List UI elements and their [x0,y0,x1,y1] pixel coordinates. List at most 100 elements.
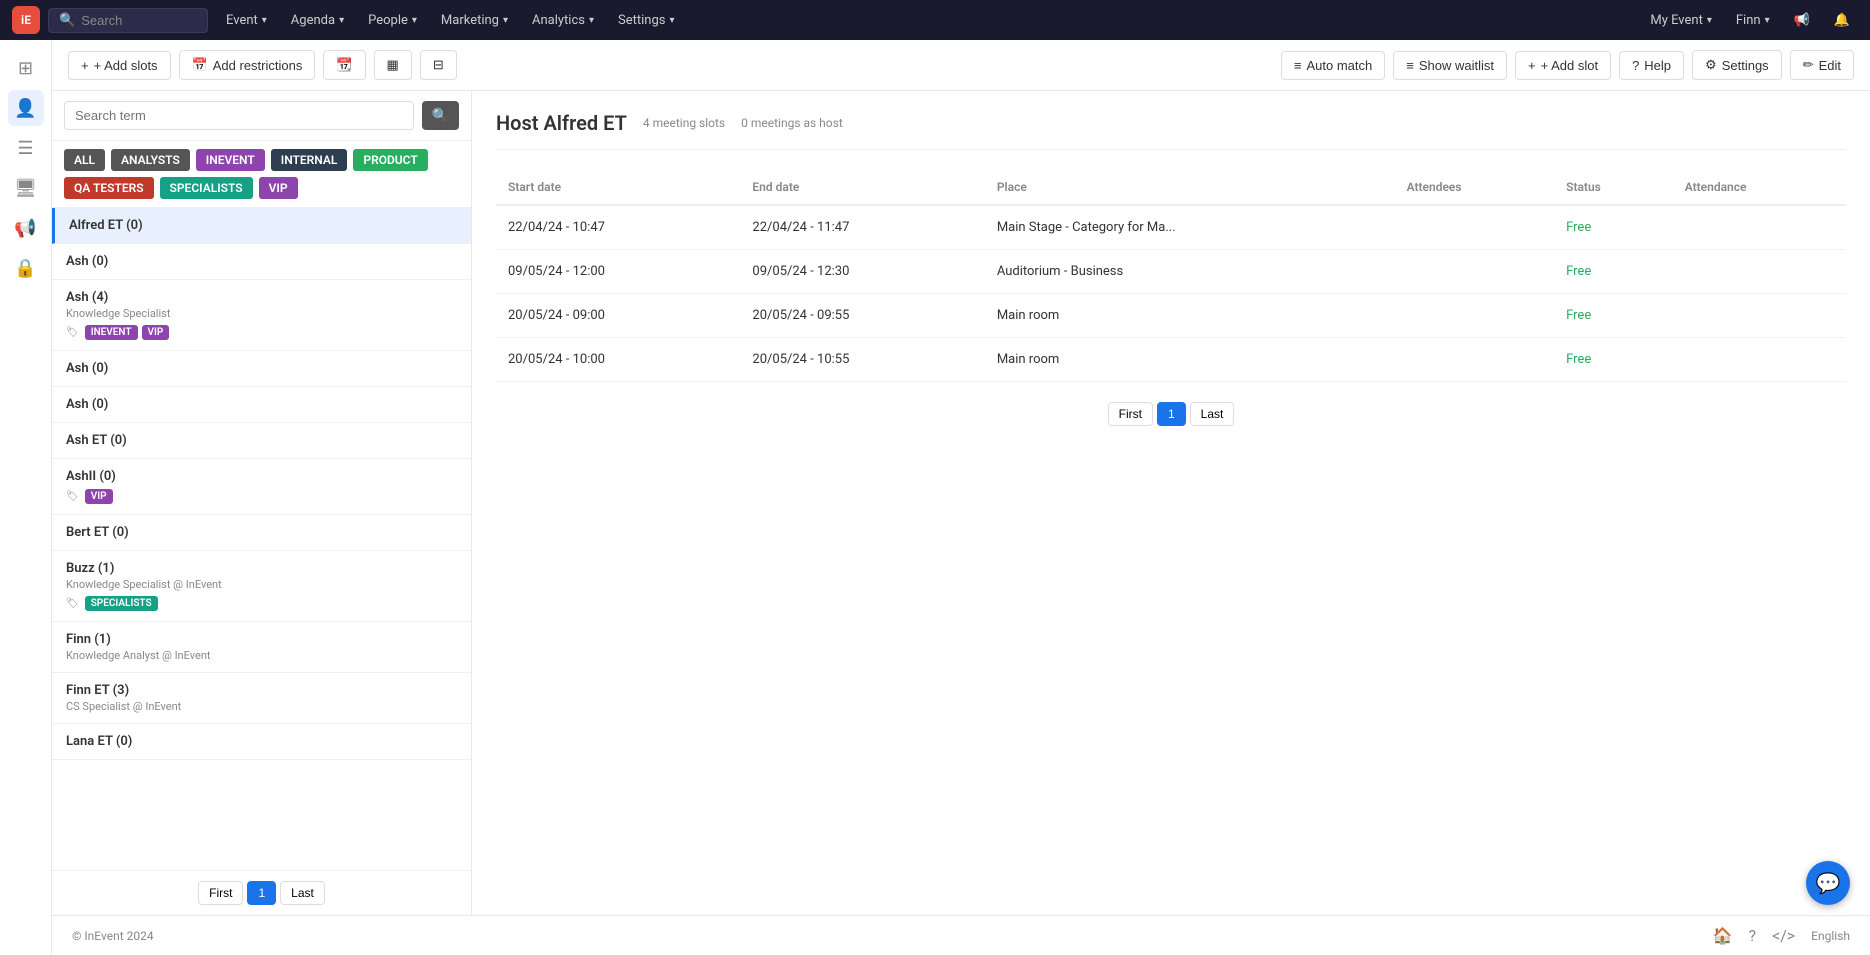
person-alfred-et[interactable]: Alfred ET (0) [52,208,471,244]
tag-vip-2: VIP [85,489,113,504]
grid-view-button[interactable]: ⊟ [420,50,457,80]
nav-agenda[interactable]: Agenda ▾ [281,7,354,34]
auto-match-button[interactable]: ≡ Auto match [1281,51,1385,80]
sidebar-people-icon[interactable]: 👤 [8,90,44,126]
filter-tag-inevent[interactable]: INEVENT [196,149,265,171]
sidebar-megaphone-icon[interactable]: 📢 [8,210,44,246]
tag-inevent: INEVENT [85,325,138,340]
people-panel: 🔍 ALL ANALYSTS INEVENT INTERNAL PRODUCT … [52,91,1870,915]
host-title: Host Alfred ET [496,111,627,135]
filter-tag-specialists[interactable]: SPECIALISTS [160,177,253,199]
search-input[interactable] [81,13,197,28]
cell-attendees [1395,205,1555,250]
host-detail-panel: Host Alfred ET 4 meeting slots 0 meeting… [472,91,1870,915]
person-finn-et-3[interactable]: Finn ET (3) CS Specialist @ InEvent [52,673,471,724]
person-ash-0b[interactable]: Ash (0) [52,351,471,387]
list-page-1-button[interactable]: 1 [247,881,276,905]
question-icon[interactable]: ? [1749,926,1757,945]
filter-tag-qatesters[interactable]: QA TESTERS [64,177,154,199]
add-slots-button[interactable]: + + Add slots [68,51,171,80]
waitlist-icon: ≡ [1406,58,1414,73]
content-area: + + Add slots 📅 Add restrictions 📆 ▦ ⊟ ≡… [52,40,1870,955]
add-slot-button[interactable]: + + Add slot [1515,51,1611,80]
filter-tag-internal[interactable]: INTERNAL [271,149,348,171]
search-term-input[interactable] [64,101,414,130]
filter-tags: ALL ANALYSTS INEVENT INTERNAL PRODUCT QA… [52,141,471,208]
sidebar-list-icon[interactable]: ☰ [8,130,44,166]
person-ashll[interactable]: AshII (0) 🏷 VIP [52,459,471,515]
person-ash-et[interactable]: Ash ET (0) [52,423,471,459]
table-row[interactable]: 22/04/24 - 10:47 22/04/24 - 11:47 Main S… [496,205,1846,250]
main-first-page-button[interactable]: First [1108,402,1153,426]
main-last-page-button[interactable]: Last [1190,402,1235,426]
plus-icon-2: + [1528,58,1536,73]
nav-analytics[interactable]: Analytics ▾ [522,7,604,34]
search-box[interactable]: 🔍 [48,8,208,33]
person-ash-4[interactable]: Ash (4) Knowledge Specialist 🏷 INEVENT V… [52,280,471,351]
table-header-row: Start date End date Place Attendees Stat… [496,170,1846,205]
list-last-page-button[interactable]: Last [280,881,325,905]
filter-tag-analysts[interactable]: ANALYSTS [111,149,190,171]
cell-place: Main room [985,294,1395,338]
nav-settings[interactable]: Settings ▾ [608,7,685,34]
edit-button[interactable]: ✏ Edit [1790,50,1854,80]
show-waitlist-button[interactable]: ≡ Show waitlist [1393,51,1507,80]
list-first-page-button[interactable]: First [198,881,243,905]
cell-attendees [1395,338,1555,382]
nav-event[interactable]: Event ▾ [216,7,277,34]
bell-icon[interactable]: 🔔 [1826,9,1858,32]
meetings-table: Start date End date Place Attendees Stat… [496,170,1846,382]
nav-people[interactable]: People ▾ [358,7,427,34]
col-end-date: End date [740,170,984,205]
cell-attendees [1395,250,1555,294]
table-row[interactable]: 09/05/24 - 12:00 09/05/24 - 12:30 Audito… [496,250,1846,294]
help-button[interactable]: ? Help [1619,51,1684,80]
cell-end-date: 09/05/24 - 12:30 [740,250,984,294]
megaphone-icon[interactable]: 📢 [1786,9,1818,32]
table-view-button[interactable]: ▦ [374,50,412,80]
calendar-view-button[interactable]: 📆 [323,50,365,80]
meeting-slots-count: 4 meeting slots [643,116,725,130]
settings-button[interactable]: ⚙ Settings [1692,50,1782,80]
chat-button[interactable]: 💬 [1806,861,1850,905]
main-page-1-button[interactable]: 1 [1157,402,1186,426]
tag-icon-2: 🏷 [66,491,79,502]
cell-attendance [1673,205,1846,250]
col-start-date: Start date [496,170,740,205]
cell-place: Main Stage - Category for Ma... [985,205,1395,250]
search-button[interactable]: 🔍 [422,101,459,130]
cell-start-date: 20/05/24 - 09:00 [496,294,740,338]
nav-right: My Event ▾ Finn ▾ 📢 🔔 [1642,9,1858,32]
user-dropdown[interactable]: Finn ▾ [1728,9,1778,32]
person-ash-0c[interactable]: Ash (0) [52,387,471,423]
add-restrictions-button[interactable]: 📅 Add restrictions [179,50,316,80]
person-ash-0a[interactable]: Ash (0) [52,244,471,280]
filter-tag-vip[interactable]: VIP [259,177,298,199]
main-layout: ⊞ 👤 ☰ 🖥 📢 🔒 + + Add slots 📅 Add restrict… [0,40,1870,955]
person-lana-et[interactable]: Lana ET (0) [52,724,471,760]
cell-end-date: 20/05/24 - 09:55 [740,294,984,338]
sidebar-lock-icon[interactable]: 🔒 [8,250,44,286]
my-event-dropdown[interactable]: My Event ▾ [1642,9,1720,32]
people-list: Alfred ET (0) Ash (0) Ash (4) Knowledge … [52,208,471,870]
sidebar-home-icon[interactable]: ⊞ [8,50,44,86]
person-buzz-1[interactable]: Buzz (1) Knowledge Specialist @ InEvent … [52,551,471,622]
language-label[interactable]: English [1811,929,1850,943]
cell-end-date: 22/04/24 - 11:47 [740,205,984,250]
home-icon[interactable]: 🏠 [1713,926,1733,945]
filter-tag-all[interactable]: ALL [64,149,105,171]
footer-right: 🏠 ? </> English [1713,926,1850,945]
cell-status: Free [1554,294,1673,338]
table-row[interactable]: 20/05/24 - 09:00 20/05/24 - 09:55 Main r… [496,294,1846,338]
table-row[interactable]: 20/05/24 - 10:00 20/05/24 - 10:55 Main r… [496,338,1846,382]
nav-marketing[interactable]: Marketing ▾ [431,7,518,34]
person-bert-et[interactable]: Bert ET (0) [52,515,471,551]
person-finn-1[interactable]: Finn (1) Knowledge Analyst @ InEvent [52,622,471,673]
code-icon[interactable]: </> [1772,926,1795,945]
my-event-label: My Event [1650,13,1703,28]
search-bar: 🔍 [52,91,471,141]
calendar-icon: 📅 [192,57,208,73]
sidebar-monitor-icon[interactable]: 🖥 [8,170,44,206]
cell-end-date: 20/05/24 - 10:55 [740,338,984,382]
filter-tag-product[interactable]: PRODUCT [353,149,427,171]
